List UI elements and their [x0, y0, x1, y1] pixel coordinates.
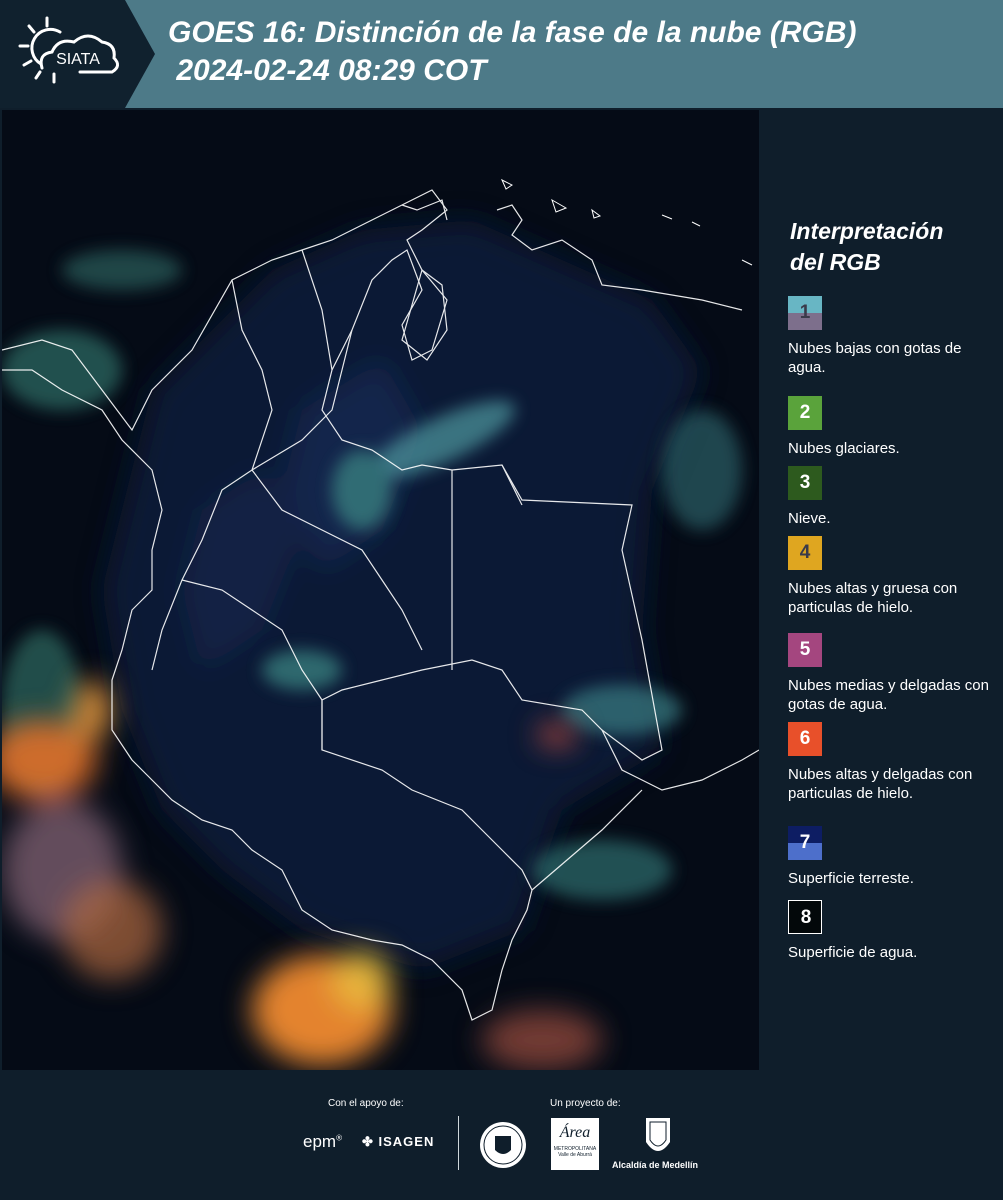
- legend-panel: Interpretación del RGB 1 Nubes bajas con …: [762, 108, 1003, 1070]
- legend-label: Superficie de agua.: [788, 944, 918, 961]
- legend-label: Superficie terreste.: [788, 870, 914, 887]
- legend-number: 3: [799, 472, 811, 493]
- legend-item: 7 Superficie terreste.: [788, 826, 998, 888]
- alcaldia-shield-icon: [646, 1118, 670, 1151]
- legend-number: 6: [799, 728, 811, 749]
- title-line-2: 2024-02-24 08:29 COT: [168, 54, 487, 87]
- legend-label: Nieve.: [788, 510, 831, 527]
- legend-item: 5 Nubes medias y delgadas con gotas de ag…: [788, 633, 998, 714]
- legend-item: 3 Nieve.: [788, 466, 998, 528]
- logo-text: SIATA: [56, 51, 100, 68]
- support-label: Con el apoyo de:: [328, 1098, 404, 1109]
- epm-logo-text: epm: [303, 1132, 337, 1151]
- legend-swatch: 6: [788, 722, 822, 756]
- legend-number: 4: [799, 542, 811, 563]
- legend-item: 6 Nubes altas y delgadas con particulas d…: [788, 722, 998, 803]
- legend-label: Nubes bajas con gotas de agua.: [788, 340, 962, 376]
- page-title: GOES 16: Distinción de la fase de la nub…: [168, 14, 856, 90]
- legend-swatch: 7: [788, 826, 822, 860]
- title-line-1: GOES 16: Distinción de la fase de la nub…: [168, 16, 857, 49]
- legend-swatch: 8: [788, 900, 822, 934]
- sun-cloud-icon: SIATA: [18, 16, 119, 84]
- legend-swatch: 3: [788, 466, 822, 500]
- legend-label: Nubes glaciares.: [788, 440, 900, 457]
- legend-title-line-2: del RGB: [790, 249, 881, 275]
- legend-label: Nubes altas y delgadas con particulas de…: [788, 766, 973, 802]
- siata-logo: SIATA: [0, 0, 155, 108]
- legend-number: 2: [799, 402, 811, 423]
- satellite-map: [2, 110, 759, 1070]
- legend-item: 8 Superficie de agua.: [788, 900, 998, 962]
- legend-number: 5: [799, 639, 811, 660]
- area-logo-text: Área: [559, 1124, 591, 1141]
- isagen-logo: ✤ ISAGEN: [362, 1134, 434, 1150]
- legend-title: Interpretación del RGB: [790, 216, 990, 278]
- legend-number: 1: [799, 302, 811, 323]
- legend-swatch: 1: [788, 296, 822, 330]
- area-logo-sub2: Valle de Aburrá: [558, 1152, 592, 1158]
- legend-label: Nubes altas y gruesa con particulas de h…: [788, 580, 958, 616]
- project-label: Un proyecto de:: [550, 1098, 621, 1109]
- legend-title-line-1: Interpretación: [790, 218, 944, 244]
- header-bar: SIATA GOES 16: Distinción de la fase de …: [0, 0, 1003, 108]
- footer: Con el apoyo de: Un proyecto de: epm® ✤ …: [0, 1070, 1003, 1200]
- legend-label: Nubes medias y delgadas con gotas de agu…: [788, 677, 989, 713]
- legend-item: 1 Nubes bajas con gotas de agua.: [788, 296, 998, 377]
- footer-divider: [458, 1116, 459, 1170]
- legend-number: 8: [800, 907, 812, 928]
- legend-number: 7: [799, 832, 811, 853]
- gobernacion-seal: [480, 1122, 526, 1168]
- legend-item: 4 Nubes altas y gruesa con particulas de …: [788, 536, 998, 617]
- legend-item: 2 Nubes glaciares.: [788, 396, 998, 458]
- area-metropolitana-logo: Área METROPOLITANA Valle de Aburrá: [551, 1118, 599, 1170]
- rgb-composite-image: [2, 110, 759, 1070]
- epm-logo: epm®: [303, 1132, 342, 1151]
- legend-swatch: 2: [788, 396, 822, 430]
- isagen-logo-text: ISAGEN: [378, 1134, 435, 1149]
- isagen-icon: ✤: [362, 1134, 379, 1149]
- legend-swatch: 5: [788, 633, 822, 667]
- legend-swatch: 4: [788, 536, 822, 570]
- alcaldia-label: Alcaldía de Medellín: [612, 1160, 699, 1170]
